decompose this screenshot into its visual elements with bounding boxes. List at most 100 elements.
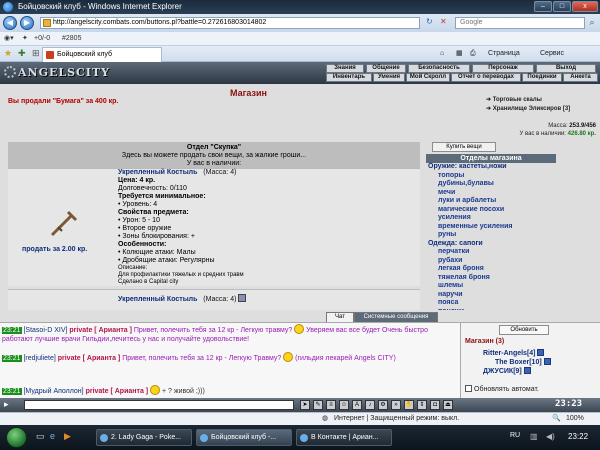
taskbar-task[interactable]: 2. Lady Gaga - Poke...: [96, 429, 192, 446]
category-item[interactable]: легкая броня: [426, 265, 556, 274]
zoom-level[interactable]: 100%: [566, 413, 584, 425]
star-icon[interactable]: ✦: [22, 32, 28, 46]
sound-icon[interactable]: ♪: [365, 400, 375, 410]
home-icon[interactable]: ⌂: [440, 46, 444, 62]
category-item[interactable]: мечи: [426, 189, 556, 198]
minimize-button[interactable]: –: [534, 1, 552, 12]
ie-quicklaunch-icon[interactable]: e: [50, 431, 55, 441]
tools-menu[interactable]: Сервис: [540, 46, 564, 62]
item-name[interactable]: Укрепленный Костыль: [118, 169, 197, 176]
category-item[interactable]: топоры: [426, 172, 556, 181]
settings-icon[interactable]: ⚙: [378, 400, 388, 410]
speed-icon[interactable]: »: [391, 400, 401, 410]
hands-icon[interactable]: ✋: [404, 400, 414, 410]
menu-knowledge[interactable]: Знания: [326, 64, 364, 73]
chat-private[interactable]: private [ Арианта ]: [58, 355, 121, 362]
options-icon[interactable]: ◉▾: [4, 32, 14, 46]
translit-icon[interactable]: A: [352, 400, 362, 410]
category-clothes[interactable]: Одежда: сапоги: [426, 240, 556, 249]
info-icon[interactable]: [543, 358, 551, 365]
menu-security[interactable]: Безопасность: [408, 64, 470, 73]
link-elixir-storage[interactable]: ➜ Хранилище Эликсиров [3]: [486, 105, 570, 114]
category-item[interactable]: перчатки: [426, 248, 556, 257]
start-button[interactable]: [6, 427, 27, 448]
online-user[interactable]: ДЖУСИК[9]: [483, 367, 531, 376]
lock-icon[interactable]: ◘: [430, 400, 440, 410]
category-item[interactable]: усиления: [426, 214, 556, 223]
show-desktop-icon[interactable]: ▭: [36, 431, 45, 442]
send-icon[interactable]: ➤: [300, 400, 310, 410]
category-weapons[interactable]: Оружие: кастеты,ножи: [426, 163, 556, 172]
menu-transfers[interactable]: Отчет о переводах: [451, 73, 521, 82]
media-quicklaunch-icon[interactable]: ▶: [64, 431, 71, 442]
taskbar-task[interactable]: Бойцовский клуб -...: [196, 429, 292, 446]
chat-nick[interactable]: [Stasoi-D XIV]: [23, 327, 67, 334]
close-button[interactable]: x: [572, 1, 598, 12]
tab-fight-club[interactable]: Бойцовский клуб: [42, 47, 162, 62]
menu-my-scroll[interactable]: Мой Скролл: [406, 73, 450, 82]
exit-icon[interactable]: ⏏: [443, 400, 453, 410]
link-trading-rocks[interactable]: ➜ Торговые скалы: [486, 96, 570, 105]
site-logo[interactable]: ANGELSCITY: [4, 66, 110, 79]
buy-items-button[interactable]: Купить вещи: [432, 142, 496, 152]
menu-communication[interactable]: Общение: [366, 64, 406, 73]
menu-skills[interactable]: Умения: [373, 73, 405, 82]
menu-inventory[interactable]: Инвентарь: [326, 73, 372, 82]
chat-private[interactable]: private [ Арианта ]: [86, 388, 149, 395]
menu-exit[interactable]: Выход: [536, 64, 596, 73]
back-arrow-icon[interactable]: ◀: [3, 16, 17, 30]
taskbar-task[interactable]: В Контакте | Ариан...: [296, 429, 392, 446]
volume-icon[interactable]: ◀): [546, 432, 555, 441]
chat-private[interactable]: private [ Арианта ]: [69, 327, 132, 334]
url-input[interactable]: http://angelscity.combats.com/buttons.pl…: [40, 17, 420, 29]
scroll-icon[interactable]: ⇕: [417, 400, 427, 410]
system-clock[interactable]: 23:22: [568, 432, 588, 441]
sell-link[interactable]: продать за 2.00 кр.: [22, 246, 87, 253]
refresh-button[interactable]: Обновить: [499, 325, 549, 335]
category-item[interactable]: магические посохи: [426, 206, 556, 215]
print-icon[interactable]: ⎙: [470, 46, 476, 62]
search-icon[interactable]: ⌕: [586, 17, 598, 29]
category-item[interactable]: пояса: [426, 299, 556, 308]
info-icon[interactable]: [523, 367, 531, 374]
info-icon[interactable]: [537, 349, 545, 356]
search-input[interactable]: Google: [455, 17, 585, 29]
chat-arrow-icon[interactable]: ▸: [4, 399, 9, 410]
refresh-icon[interactable]: ↻: [426, 17, 433, 26]
auto-refresh-checkbox[interactable]: Обновлять автомат.: [465, 385, 539, 393]
info-icon[interactable]: [238, 294, 247, 302]
category-item[interactable]: рубахи: [426, 257, 556, 266]
category-item[interactable]: временные усиления: [426, 223, 556, 232]
category-item[interactable]: шлемы: [426, 282, 556, 291]
online-user[interactable]: The Boxer[10]: [495, 358, 551, 367]
forward-arrow-icon[interactable]: ▶: [20, 16, 34, 30]
menu-profile[interactable]: Анкета: [563, 73, 598, 82]
item-name[interactable]: Укрепленный Костыль: [118, 296, 197, 303]
maximize-button[interactable]: □: [553, 1, 571, 12]
category-item[interactable]: руны: [426, 231, 556, 240]
page-menu[interactable]: Страница: [488, 46, 520, 62]
zoom-icon[interactable]: 🔍: [552, 413, 561, 425]
chat-input[interactable]: [24, 400, 294, 410]
add-favorites-icon[interactable]: ✚: [18, 48, 26, 59]
category-item[interactable]: тяжелая броня: [426, 274, 556, 283]
favorites-star-icon[interactable]: ★: [4, 48, 12, 59]
category-item[interactable]: наручи: [426, 291, 556, 300]
online-user[interactable]: Ritter-Angels[4]: [483, 349, 545, 358]
language-indicator[interactable]: RU: [510, 432, 520, 439]
chat-nick[interactable]: [Мудрый Аполлон]: [23, 388, 83, 395]
network-icon[interactable]: ▥: [530, 432, 538, 441]
menu-fights[interactable]: Поединки: [522, 73, 562, 82]
category-item[interactable]: луки и арбалеты: [426, 197, 556, 206]
filter-icon[interactable]: ≡: [326, 400, 336, 410]
clear-icon[interactable]: ✎: [313, 400, 323, 410]
tab-system-messages[interactable]: Системные сообщения: [354, 312, 438, 322]
feeds-icon[interactable]: ▦: [456, 46, 463, 62]
category-item[interactable]: дубины,булавы: [426, 180, 556, 189]
quick-tabs-icon[interactable]: ⊞: [32, 48, 40, 59]
menu-character[interactable]: Персонаж: [472, 64, 534, 73]
tab-chat[interactable]: Чат: [326, 312, 354, 322]
chat-nick[interactable]: [redjuliete]: [23, 355, 55, 362]
stop-icon[interactable]: ✕: [440, 17, 447, 26]
smiles-icon[interactable]: ☺: [339, 400, 349, 410]
